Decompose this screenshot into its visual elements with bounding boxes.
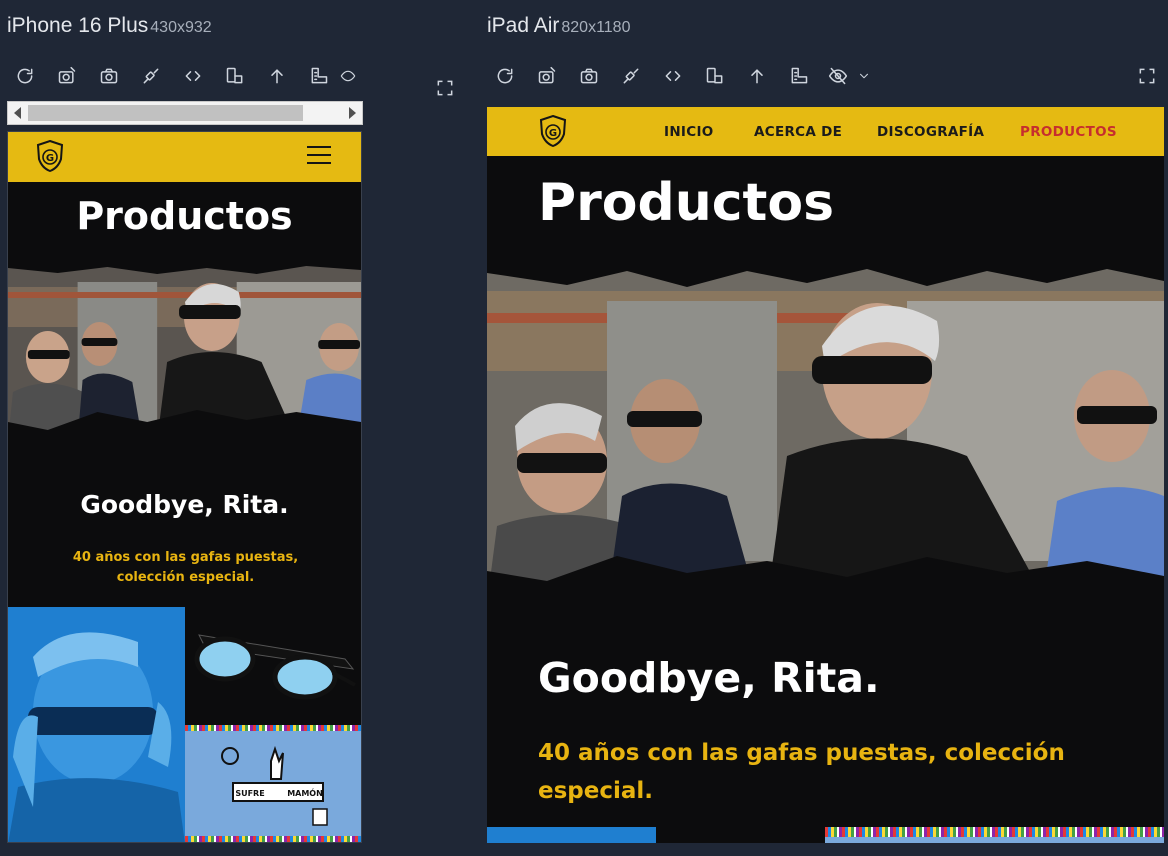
product-subline: 40 años con las gafas puestas, colección…: [72, 550, 299, 585]
sticker-text-left: SUFRE: [235, 789, 264, 798]
hide-icon[interactable]: [340, 62, 356, 90]
device-toolbar-ipad: [484, 62, 872, 90]
device-dims: 820x1180: [561, 19, 631, 36]
band-photo: [8, 262, 361, 440]
device-title-ipad: iPad Air 820x1180: [487, 14, 630, 38]
site-navbar: G INICIO ACERCA DE DISCOGRAFÍA PRODUCTOS: [487, 107, 1164, 156]
device-dims: 430x932: [150, 19, 212, 36]
nav-link-inicio[interactable]: INICIO: [664, 124, 714, 140]
product-subline: 40 años con las gafas puestas, colección…: [538, 740, 1065, 804]
ipad-viewport: G INICIO ACERCA DE DISCOGRAFÍA PRODUCTOS…: [487, 107, 1164, 843]
nav-link-productos[interactable]: PRODUCTOS: [1020, 124, 1117, 140]
device-name: iPad Air: [487, 14, 560, 37]
device-toolbar-iphone: [4, 62, 356, 90]
fullscreen-icon[interactable]: [1137, 66, 1161, 90]
fullscreen-icon[interactable]: [435, 78, 459, 102]
page-title: Productos: [76, 194, 293, 238]
product-image-portrait[interactable]: [487, 827, 656, 843]
ruler-icon[interactable]: [778, 62, 820, 90]
band-logo-icon[interactable]: G: [36, 140, 64, 172]
product-image-sunglasses[interactable]: [185, 607, 361, 725]
stripe-decoration: [185, 836, 361, 842]
refresh-icon[interactable]: [4, 62, 46, 90]
capture-area-icon[interactable]: [46, 62, 88, 90]
device-title-iphone: iPhone 16 Plus 430x932: [7, 14, 212, 38]
scroll-top-icon[interactable]: [736, 62, 778, 90]
scroll-right-arrow-icon[interactable]: [349, 107, 356, 119]
device-name: iPhone 16 Plus: [7, 14, 149, 37]
nav-links: INICIO ACERCA DE DISCOGRAFÍA PRODUCTOS: [487, 107, 1164, 156]
sticker-text-right: MAMÓN: [287, 787, 323, 798]
code-icon[interactable]: [652, 62, 694, 90]
ruler-icon[interactable]: [298, 62, 340, 90]
product-headline: Goodbye, Rita.: [538, 654, 880, 702]
band-photo: [487, 261, 1164, 603]
scroll-left-arrow-icon[interactable]: [14, 107, 21, 119]
chevron-down-icon[interactable]: [856, 62, 872, 90]
capture-area-icon[interactable]: [526, 62, 568, 90]
nav-link-acerca[interactable]: ACERCA DE: [754, 124, 842, 140]
product-image-sticker[interactable]: SUFRE MAMÓN: [185, 731, 361, 836]
network-throttle-icon[interactable]: [130, 62, 172, 90]
page-title: Productos: [538, 173, 835, 233]
iphone-viewport: G Productos Goodbye, Rita. 40 años con l…: [7, 131, 362, 843]
nav-link-discografia[interactable]: DISCOGRAFÍA: [877, 124, 984, 140]
refresh-icon[interactable]: [484, 62, 526, 90]
stripe-decoration: [825, 827, 1164, 837]
screenshot-icon[interactable]: [88, 62, 130, 90]
screenshot-icon[interactable]: [568, 62, 610, 90]
horizontal-scrollbar[interactable]: [7, 101, 363, 125]
product-image-portrait[interactable]: [8, 607, 185, 842]
scrollbar-thumb[interactable]: [28, 105, 303, 121]
network-throttle-icon[interactable]: [610, 62, 652, 90]
site-navbar: G: [8, 132, 361, 182]
scroll-top-icon[interactable]: [256, 62, 298, 90]
code-icon[interactable]: [172, 62, 214, 90]
hide-icon[interactable]: [820, 62, 856, 90]
rotate-icon[interactable]: [694, 62, 736, 90]
logo-letter: G: [46, 153, 54, 164]
rotate-icon[interactable]: [214, 62, 256, 90]
hamburger-menu-icon[interactable]: [307, 146, 331, 166]
product-image-sticker[interactable]: [825, 837, 1164, 843]
product-headline: Goodbye, Rita.: [80, 490, 289, 519]
